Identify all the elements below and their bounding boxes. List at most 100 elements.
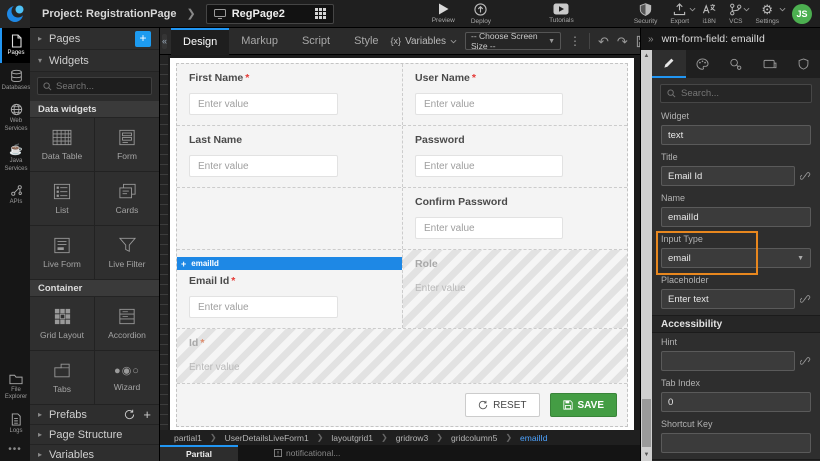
tab-inspector[interactable]	[719, 50, 753, 78]
tab-design[interactable]: Design	[171, 28, 229, 55]
field-email-id[interactable]: + emailId Email Id*	[177, 250, 402, 328]
settings-button[interactable]: ⚙ Settings	[756, 3, 780, 25]
i18n-button[interactable]: i18N	[702, 3, 716, 25]
confirm-password-input[interactable]	[415, 217, 563, 239]
variables-section-header[interactable]: ▸ Variables	[30, 445, 159, 461]
wavemaker-logo[interactable]	[0, 0, 30, 28]
breadcrumb-item[interactable]: gridrow3	[396, 433, 429, 443]
tab-markup[interactable]: Markup	[229, 28, 290, 55]
password-input[interactable]	[415, 155, 563, 177]
export-button[interactable]: Export	[670, 3, 689, 25]
screen-size-select[interactable]: -- Choose Screen Size -- ▼	[465, 32, 561, 50]
rail-more-icon[interactable]: •••	[0, 440, 30, 461]
tab-styles[interactable]	[686, 50, 720, 78]
refresh-icon[interactable]	[124, 409, 135, 420]
scrollbar-track[interactable]	[641, 62, 652, 449]
placeholder-value-input[interactable]	[661, 289, 795, 309]
tab-script[interactable]: Script	[290, 28, 342, 55]
security-button[interactable]: Security	[634, 3, 657, 25]
tab-style[interactable]: Style	[342, 28, 390, 55]
widget-tile-form[interactable]: Form	[95, 118, 159, 171]
breadcrumb-item-current[interactable]: emailId	[520, 433, 547, 443]
shortcut-key-input[interactable]	[661, 433, 811, 453]
collapse-right-panel-icon[interactable]: »	[648, 34, 654, 45]
widget-search-input[interactable]	[56, 81, 146, 92]
email-id-input[interactable]	[189, 296, 338, 318]
collapse-left-panel-button[interactable]: «	[162, 34, 167, 49]
page-structure-section-header[interactable]: ▸ Page Structure	[30, 425, 159, 445]
field-id-hidden[interactable]: Id* Enter value	[177, 329, 627, 383]
widget-tile-wizard[interactable]: ●◉○ Wizard	[95, 351, 159, 404]
last-name-input[interactable]	[189, 155, 338, 177]
scrollbar-thumb[interactable]	[642, 399, 651, 447]
field-confirm-password[interactable]: Confirm Password	[402, 188, 627, 249]
widget-tile-live-filter[interactable]: Live Filter	[95, 226, 159, 279]
user-avatar[interactable]: JS	[792, 4, 812, 24]
add-page-button[interactable]: +	[135, 31, 151, 47]
input-type-select[interactable]: email ▼	[661, 248, 811, 268]
breadcrumb-item[interactable]: UserDetailsLiveForm1	[225, 433, 309, 443]
tab-security[interactable]	[786, 50, 820, 78]
bind-link-icon[interactable]	[800, 171, 811, 182]
rail-item-apis[interactable]: APIs	[0, 178, 30, 212]
reset-button[interactable]: RESET	[465, 393, 539, 417]
field-password[interactable]: Password	[402, 126, 627, 187]
page-tab-regpage2[interactable]: RegPage2	[206, 4, 334, 24]
widget-value-input[interactable]	[661, 125, 811, 145]
field-role-hidden[interactable]: Role Enter value	[402, 250, 627, 328]
properties-scrollbar[interactable]: ▲ ▼	[641, 50, 652, 461]
bind-link-icon[interactable]	[800, 356, 811, 367]
widget-tile-tabs[interactable]: Tabs	[30, 351, 94, 404]
save-button[interactable]: SAVE	[550, 393, 618, 417]
variables-dropdown[interactable]: {x} Variables	[391, 36, 457, 47]
tab-device[interactable]	[753, 50, 787, 78]
widget-search-box[interactable]	[37, 77, 152, 95]
rail-item-web-services[interactable]: Web Services	[0, 97, 30, 138]
tab-index-input[interactable]	[661, 392, 811, 412]
breadcrumb-item[interactable]: gridcolumn5	[451, 433, 497, 443]
more-options-icon[interactable]: ⋮	[569, 34, 581, 48]
widget-tile-accordion[interactable]: Accordion	[95, 297, 159, 350]
scroll-down-icon[interactable]: ▼	[644, 449, 650, 461]
preview-button[interactable]: Preview	[432, 3, 455, 24]
rail-item-java-services[interactable]: ☕ Java Services	[0, 138, 30, 178]
tab-partial[interactable]: Partial	[160, 445, 238, 461]
selected-widget-chip[interactable]: + emailId	[177, 257, 402, 270]
pages-section-header[interactable]: ▸ Pages +	[30, 28, 159, 50]
field-user-name[interactable]: User Name*	[402, 64, 627, 125]
user-name-input[interactable]	[415, 93, 563, 115]
widget-tile-cards[interactable]: Cards	[95, 172, 159, 225]
undo-icon[interactable]: ↶	[598, 35, 609, 48]
rail-item-databases[interactable]: Databases	[0, 63, 30, 98]
add-prefab-button[interactable]: +	[143, 409, 151, 421]
hint-value-input[interactable]	[661, 351, 795, 371]
grid-menu-icon[interactable]	[315, 8, 326, 19]
rail-item-logs[interactable]: Logs	[0, 407, 30, 441]
tab-properties[interactable]	[652, 50, 686, 78]
widget-tile-data-table[interactable]: Data Table	[30, 118, 94, 171]
field-last-name[interactable]: Last Name	[177, 126, 402, 187]
title-value-input[interactable]	[661, 166, 795, 186]
first-name-input[interactable]	[189, 93, 338, 115]
tutorials-button[interactable]: Tutorials	[549, 3, 574, 24]
rail-item-pages[interactable]: Pages	[0, 28, 30, 63]
breadcrumb-item[interactable]: layoutgrid1	[331, 433, 373, 443]
field-first-name[interactable]: First Name*	[177, 64, 402, 125]
properties-search-input[interactable]	[681, 88, 805, 99]
rail-item-file-explorer[interactable]: File Explorer	[0, 367, 30, 407]
deploy-button[interactable]: Deploy	[471, 3, 491, 25]
widgets-section-header[interactable]: ▾ Widgets	[30, 50, 159, 72]
widget-tile-live-form[interactable]: Live Form	[30, 226, 94, 279]
tab-notificational[interactable]: notificational...	[264, 445, 350, 461]
bind-link-icon[interactable]	[800, 294, 811, 305]
properties-search-box[interactable]	[660, 84, 812, 103]
prefabs-section-header[interactable]: ▸ Prefabs +	[30, 405, 159, 425]
live-form[interactable]: First Name* User Name* Last Name	[176, 63, 628, 427]
scroll-up-icon[interactable]: ▲	[644, 50, 650, 62]
widget-tile-grid-layout[interactable]: Grid Layout	[30, 297, 94, 350]
breadcrumb-item[interactable]: partial1	[174, 433, 202, 443]
vcs-button[interactable]: VCS	[729, 3, 742, 25]
design-canvas-page[interactable]: First Name* User Name* Last Name	[170, 58, 634, 430]
name-value-input[interactable]	[661, 207, 811, 227]
redo-icon[interactable]: ↷	[617, 35, 628, 48]
